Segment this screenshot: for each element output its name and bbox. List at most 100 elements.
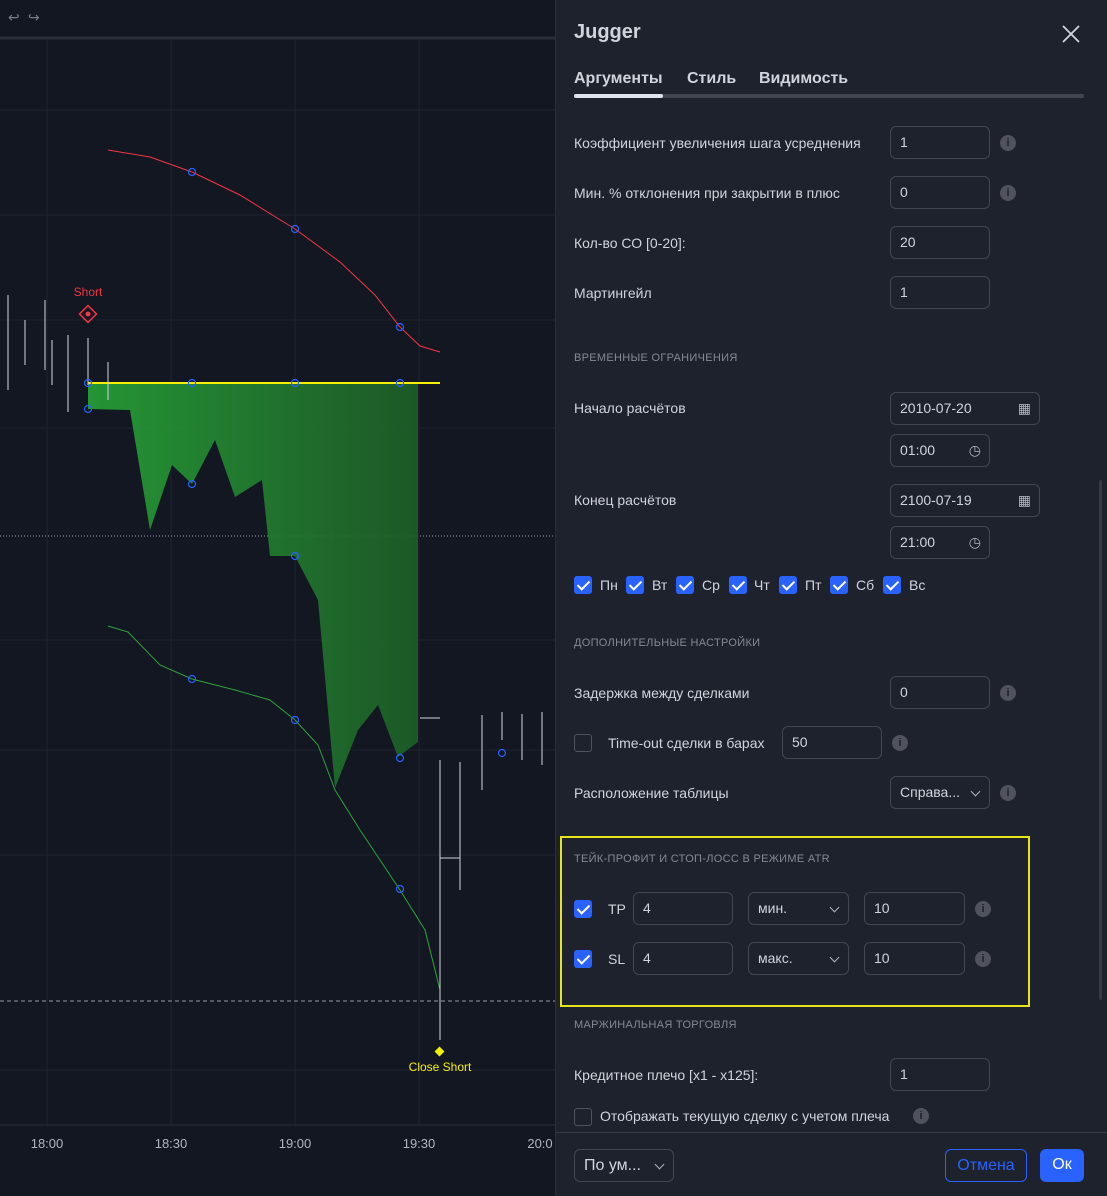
day-label: Вс <box>909 577 926 593</box>
tp-input[interactable]: 4 <box>633 892 733 925</box>
day-label: Сб <box>856 577 875 593</box>
clock-icon[interactable]: ◷ <box>969 435 981 466</box>
chevron-down-icon <box>829 902 840 913</box>
close-short-marker-icon <box>434 1046 445 1057</box>
end-time-input[interactable]: 21:00 ◷ <box>890 526 990 559</box>
info-icon[interactable]: i <box>1000 135 1016 151</box>
end-date-input[interactable]: 2100-07-19 ▦ <box>890 484 1040 517</box>
ok-button[interactable]: Ок <box>1040 1149 1084 1182</box>
avg-step-label: Коэффициент увеличения шага усреднения <box>574 135 861 151</box>
day-checkbox-tue[interactable] <box>626 576 644 594</box>
tp-mode-select[interactable]: мин. <box>748 892 849 925</box>
time-label: 18:00 <box>30 1136 64 1151</box>
time-label: 20:0 <box>527 1136 553 1151</box>
info-icon[interactable]: i <box>975 901 991 917</box>
martingale-label: Мартингейл <box>574 285 652 301</box>
short-label: Short <box>73 285 103 299</box>
info-icon[interactable]: i <box>1000 685 1016 701</box>
tab-arguments[interactable]: Аргументы <box>574 70 663 88</box>
martingale-input[interactable]: 1 <box>890 276 990 309</box>
delay-label: Задержка между сделками <box>574 685 750 701</box>
start-date-value: 2010-07-20 <box>900 400 972 416</box>
day-checkbox-thu[interactable] <box>729 576 747 594</box>
tab-style[interactable]: Стиль <box>687 70 736 88</box>
section-atr: ТЕЙК-ПРОФИТ И СТОП-ЛОСС В РЕЖИМЕ ATR <box>574 853 830 865</box>
info-icon[interactable]: i <box>1000 185 1016 201</box>
day-label: Чт <box>754 577 770 593</box>
tp-mode-value: мин. <box>758 900 788 916</box>
tp-label: TP <box>608 901 626 917</box>
table-position-value: Справа... <box>900 784 960 800</box>
start-time-input[interactable]: 01:00 ◷ <box>890 434 990 467</box>
timeout-label: Time-out сделки в барах <box>608 735 765 751</box>
day-checkbox-sat[interactable] <box>830 576 848 594</box>
avg-step-input[interactable]: 1 <box>890 126 990 159</box>
clock-icon[interactable]: ◷ <box>969 527 981 558</box>
price-chart[interactable]: ↩ ↪ <box>0 0 560 1196</box>
sl-mode-value: макс. <box>758 950 793 966</box>
show-leverage-checkbox[interactable] <box>574 1108 592 1126</box>
section-extra: ДОПОЛНИТЕЛЬНЫЕ НАСТРОЙКИ <box>574 637 761 649</box>
timeout-checkbox[interactable] <box>574 734 592 752</box>
day-checkbox-wed[interactable] <box>676 576 694 594</box>
sl-checkbox[interactable] <box>574 950 592 968</box>
dialog-title: Jugger <box>574 21 641 43</box>
end-label: Конец расчётов <box>574 492 677 508</box>
calendar-icon[interactable]: ▦ <box>1018 393 1031 424</box>
tp-value2-input[interactable]: 10 <box>864 892 965 925</box>
show-leverage-label: Отображать текущую сделку с учетом плеча <box>600 1108 890 1124</box>
end-date-value: 2100-07-19 <box>900 492 972 508</box>
day-label: Пт <box>805 577 822 593</box>
sl-label: SL <box>608 951 626 967</box>
scrollbar[interactable] <box>1099 480 1102 1000</box>
svg-text:↩: ↩ <box>8 9 20 25</box>
delay-input[interactable]: 0 <box>890 676 990 709</box>
info-icon[interactable]: i <box>1000 785 1016 801</box>
indicator-settings-dialog: Jugger Аргументы Стиль Видимость Коэффиц… <box>555 0 1107 1196</box>
leverage-input[interactable]: 1 <box>890 1058 990 1091</box>
sl-mode-select[interactable]: макс. <box>748 942 849 975</box>
day-checkbox-sun[interactable] <box>883 576 901 594</box>
end-time-value: 21:00 <box>900 534 936 550</box>
start-label: Начало расчётов <box>574 400 686 416</box>
day-checkbox-mon[interactable] <box>574 576 592 594</box>
chevron-down-icon <box>829 952 840 963</box>
day-label: Вт <box>652 577 668 593</box>
section-time-limits: ВРЕМЕННЫЕ ОГРАНИЧЕНИЯ <box>574 352 738 364</box>
close-short-label: Close Short <box>408 1060 472 1074</box>
cancel-button[interactable]: Отмена <box>945 1149 1027 1182</box>
footer-divider <box>556 1132 1107 1133</box>
sl-value2-input[interactable]: 10 <box>864 942 965 975</box>
so-count-input[interactable]: 20 <box>890 226 990 259</box>
calendar-icon[interactable]: ▦ <box>1018 485 1031 516</box>
tp-checkbox[interactable] <box>574 900 592 918</box>
leverage-label: Кредитное плечо [x1 - x125]: <box>574 1067 759 1083</box>
timeout-input[interactable]: 50 <box>782 726 882 759</box>
time-label: 18:30 <box>154 1136 188 1151</box>
defaults-select[interactable]: По ум... <box>574 1149 674 1182</box>
tab-visibility[interactable]: Видимость <box>759 70 848 88</box>
day-checkbox-fri[interactable] <box>779 576 797 594</box>
time-label: 19:00 <box>278 1136 312 1151</box>
info-icon[interactable]: i <box>975 951 991 967</box>
tab-active-indicator <box>574 94 663 98</box>
section-margin: МАРЖИНАЛЬНАЯ ТОРГОВЛЯ <box>574 1019 737 1031</box>
start-date-input[interactable]: 2010-07-20 ▦ <box>890 392 1040 425</box>
so-count-label: Кол-во СО [0-20]: <box>574 235 686 251</box>
time-label: 19:30 <box>402 1136 436 1151</box>
info-icon[interactable]: i <box>892 735 908 751</box>
info-icon[interactable]: i <box>913 1108 929 1124</box>
table-position-label: Расположение таблицы <box>574 785 729 801</box>
close-icon[interactable] <box>1059 22 1083 46</box>
min-deviation-label: Мин. % отклонения при закрытии в плюс <box>574 185 840 201</box>
chevron-down-icon <box>654 1159 665 1170</box>
svg-text:↪: ↪ <box>28 9 40 25</box>
table-position-select[interactable]: Справа... <box>890 776 990 809</box>
chevron-down-icon <box>970 786 981 797</box>
day-label: Пн <box>600 577 618 593</box>
day-label: Ср <box>702 577 720 593</box>
start-time-value: 01:00 <box>900 442 936 458</box>
defaults-value: По ум... <box>584 1157 641 1174</box>
min-deviation-input[interactable]: 0 <box>890 176 990 209</box>
sl-input[interactable]: 4 <box>633 942 733 975</box>
